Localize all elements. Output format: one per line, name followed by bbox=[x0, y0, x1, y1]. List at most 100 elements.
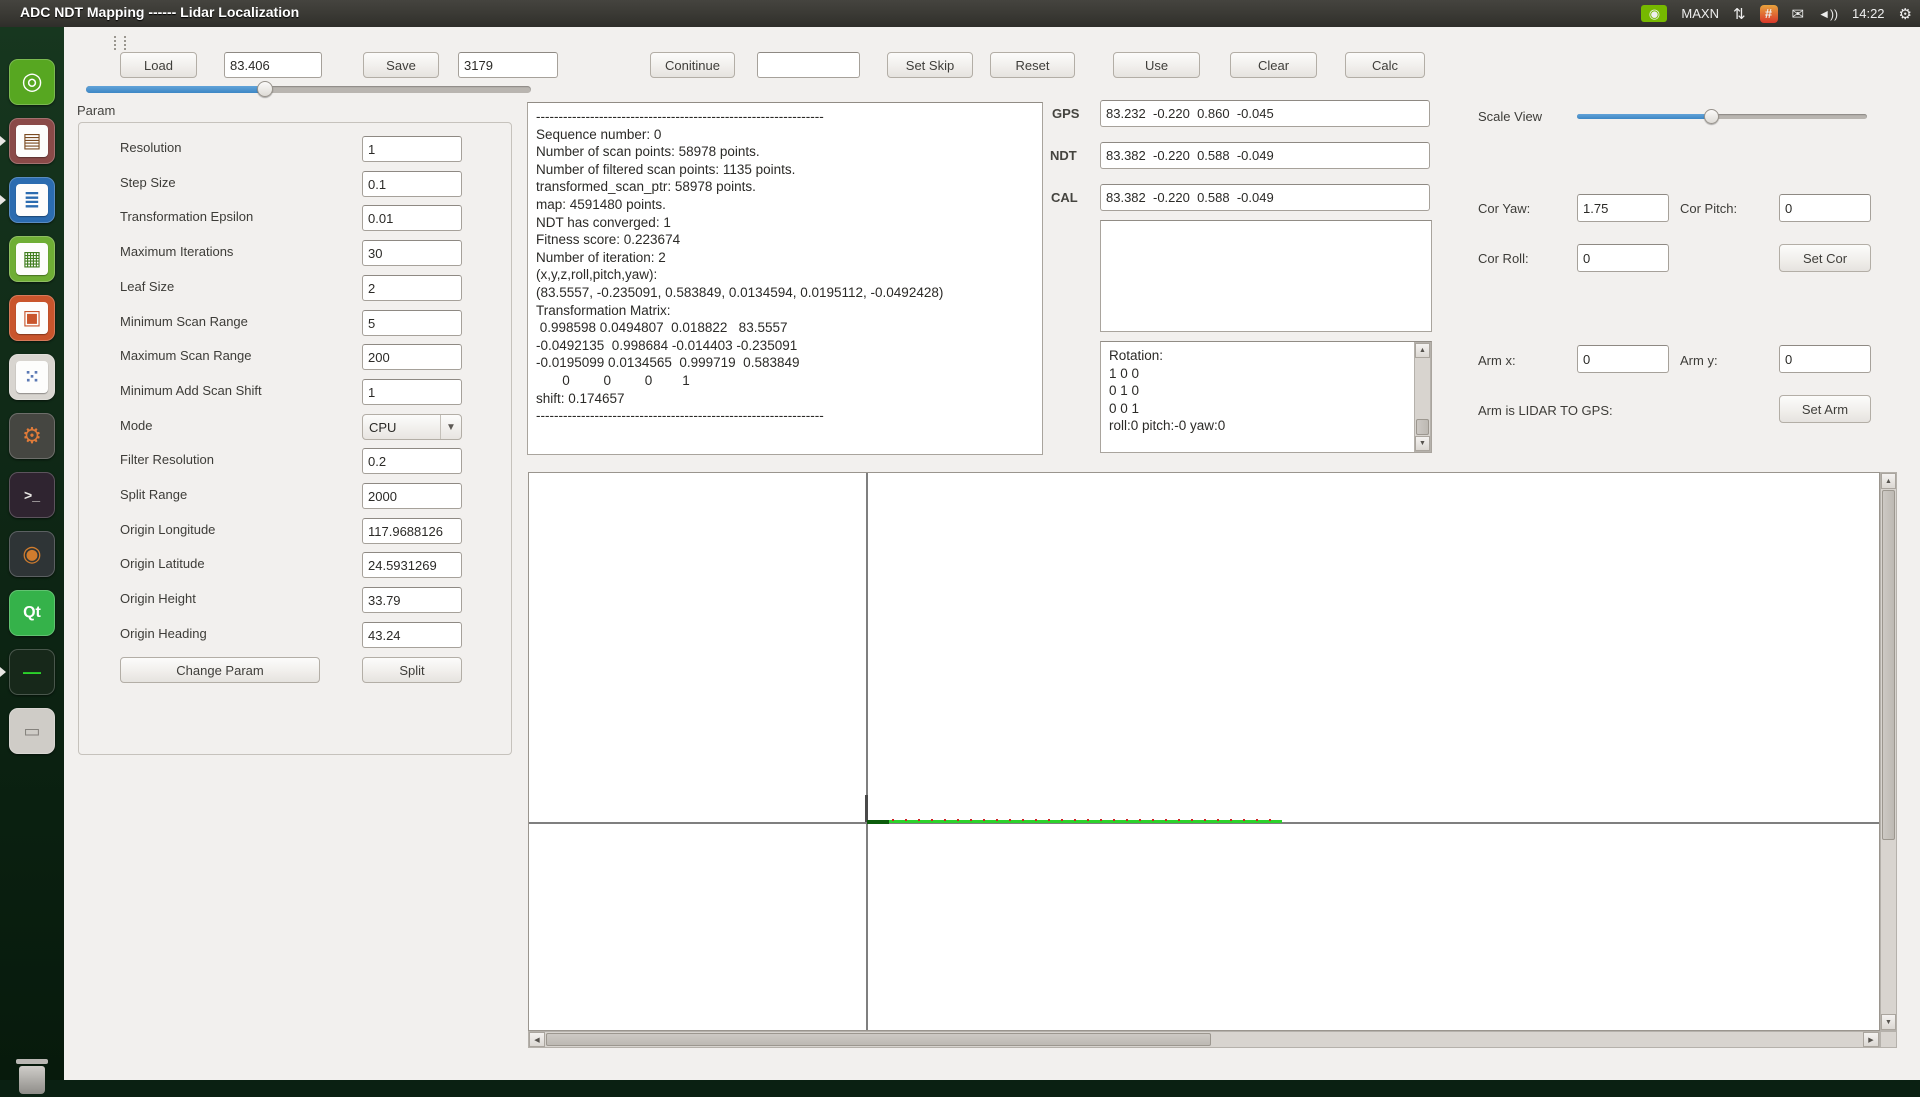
param-field-minimum-add-scan-shift[interactable]: 1 bbox=[362, 379, 462, 405]
canvas-scroll-left-icon[interactable]: ◀ bbox=[529, 1032, 545, 1047]
rotation-scroll-down-icon[interactable]: ▼ bbox=[1415, 436, 1430, 451]
input-method-icon[interactable]: # bbox=[1760, 5, 1778, 23]
launcher-icon-system-settings[interactable]: ⚙ bbox=[9, 413, 55, 459]
cal-label: CAL bbox=[1051, 190, 1078, 205]
cal-pose-field[interactable]: 83.382 -0.220 0.588 -0.049 bbox=[1100, 184, 1430, 211]
param-field-origin-latitude[interactable]: 24.5931269 bbox=[362, 552, 462, 578]
param-label-mode: Mode bbox=[120, 418, 153, 433]
param-label-transformation-epsilon: Transformation Epsilon bbox=[120, 209, 253, 224]
dark-circle-app-icon: ◉ bbox=[22, 543, 41, 565]
param-field-resolution[interactable]: 1 bbox=[362, 136, 462, 162]
scale-view-slider-handle[interactable] bbox=[1704, 109, 1719, 124]
terminal-icon: >_ bbox=[24, 488, 40, 502]
launcher-icon-ubuntu-dash[interactable]: ◎ bbox=[9, 59, 55, 105]
launcher-icon-ubuntu-software[interactable]: ⁙ bbox=[9, 354, 55, 400]
trash-lid bbox=[16, 1059, 48, 1064]
libreoffice-impress-icon: ▣ bbox=[23, 308, 42, 328]
param-group-title: Param bbox=[77, 103, 115, 118]
ndt-pose-field[interactable]: 83.382 -0.220 0.588 -0.049 bbox=[1100, 142, 1430, 169]
session-gear-icon[interactable]: ⚙ bbox=[1899, 5, 1912, 23]
calc-button[interactable]: Calc bbox=[1345, 52, 1425, 78]
param-label-origin-longitude: Origin Longitude bbox=[120, 522, 215, 537]
change-param-button[interactable]: Change Param bbox=[120, 657, 320, 683]
map-canvas[interactable] bbox=[528, 472, 1880, 1031]
launcher-icon-qt-creator[interactable]: Qt bbox=[9, 590, 55, 636]
cor-roll-label: Cor Roll: bbox=[1478, 251, 1529, 266]
param-label-origin-heading: Origin Heading bbox=[120, 626, 207, 641]
continue-button[interactable]: Conitinue bbox=[650, 52, 735, 78]
skip-value-field[interactable] bbox=[757, 52, 860, 78]
ubuntu-software-icon: ⁙ bbox=[24, 368, 39, 386]
param-field-filter-resolution[interactable]: 0.2 bbox=[362, 448, 462, 474]
launcher-icon-dark-circle-app[interactable]: ◉ bbox=[9, 531, 55, 577]
canvas-scroll-right-icon[interactable]: ▶ bbox=[1863, 1032, 1879, 1047]
param-field-maximum-scan-range[interactable]: 200 bbox=[362, 344, 462, 370]
window-title: ADC NDT Mapping ------ Lidar Localizatio… bbox=[20, 4, 299, 20]
launcher-icon-gray-device-app[interactable]: ▭ bbox=[9, 708, 55, 754]
param-label-split-range: Split Range bbox=[120, 487, 187, 502]
map-progress-slider-handle[interactable] bbox=[257, 81, 273, 97]
param-field-maximum-iterations[interactable]: 30 bbox=[362, 240, 462, 266]
launcher-icon-libreoffice-calc[interactable]: ▦ bbox=[9, 236, 55, 282]
param-combo-mode[interactable]: CPU▼ bbox=[362, 414, 462, 440]
arm-x-field[interactable]: 0 bbox=[1577, 345, 1669, 373]
param-field-split-range[interactable]: 2000 bbox=[362, 483, 462, 509]
cor-roll-field[interactable]: 0 bbox=[1577, 244, 1669, 272]
save-button[interactable]: Save bbox=[363, 52, 439, 78]
arm-y-field[interactable]: 0 bbox=[1779, 345, 1871, 373]
canvas-vscroll-thumb[interactable] bbox=[1882, 490, 1895, 840]
param-field-minimum-scan-range[interactable]: 5 bbox=[362, 310, 462, 336]
canvas-scroll-down-icon[interactable]: ▼ bbox=[1881, 1014, 1896, 1030]
canvas-hscrollbar[interactable]: ◀ ▶ bbox=[528, 1031, 1880, 1048]
toolbar-handle[interactable] bbox=[114, 36, 126, 50]
arm-x-label: Arm x: bbox=[1478, 353, 1516, 368]
canvas-hscroll-thumb[interactable] bbox=[546, 1033, 1211, 1046]
launcher-icon-lidar-mapping-app[interactable]: — bbox=[9, 649, 55, 695]
param-field-leaf-size[interactable]: 2 bbox=[362, 275, 462, 301]
ndt-log-text: ----------------------------------------… bbox=[528, 103, 1042, 430]
nvidia-icon[interactable]: ◉ bbox=[1641, 5, 1667, 22]
param-field-origin-longitude[interactable]: 117.9688126 bbox=[362, 518, 462, 544]
load-button[interactable]: Load bbox=[120, 52, 197, 78]
param-field-origin-height[interactable]: 33.79 bbox=[362, 587, 462, 613]
param-label-minimum-add-scan-shift: Minimum Add Scan Shift bbox=[120, 383, 262, 398]
set-arm-button[interactable]: Set Arm bbox=[1779, 395, 1871, 423]
launcher-icon-libreoffice-impress[interactable]: ▣ bbox=[9, 295, 55, 341]
trash-icon[interactable] bbox=[14, 1057, 50, 1097]
canvas-vscrollbar[interactable]: ▲ ▼ bbox=[1880, 472, 1897, 1031]
rotation-scroll-up-icon[interactable]: ▲ bbox=[1415, 343, 1430, 358]
save-value-field[interactable]: 3179 bbox=[458, 52, 558, 78]
set-cor-button[interactable]: Set Cor bbox=[1779, 244, 1871, 272]
mail-icon[interactable]: ✉ bbox=[1792, 5, 1805, 23]
rotation-scrollbar[interactable]: ▲ ▼ bbox=[1414, 342, 1431, 452]
reset-button[interactable]: Reset bbox=[990, 52, 1075, 78]
gpu-mode-indicator[interactable]: MAXN bbox=[1681, 6, 1719, 21]
param-field-origin-heading[interactable]: 43.24 bbox=[362, 622, 462, 648]
clear-button[interactable]: Clear bbox=[1230, 52, 1317, 78]
volume-icon[interactable]: ◄)) bbox=[1818, 7, 1838, 21]
network-arrows-icon[interactable]: ⇅ bbox=[1733, 5, 1746, 23]
set-skip-button[interactable]: Set Skip bbox=[887, 52, 973, 78]
canvas-scroll-up-icon[interactable]: ▲ bbox=[1881, 473, 1896, 489]
gps-pose-field[interactable]: 83.232 -0.220 0.860 -0.045 bbox=[1100, 100, 1430, 127]
rotation-textarea[interactable]: Rotation: 1 0 0 0 1 0 0 0 1 roll:0 pitch… bbox=[1100, 341, 1432, 453]
param-label-minimum-scan-range: Minimum Scan Range bbox=[120, 314, 248, 329]
split-button[interactable]: Split bbox=[362, 657, 462, 683]
canvas-scroll-corner bbox=[1880, 1031, 1897, 1048]
param-field-step-size[interactable]: 0.1 bbox=[362, 171, 462, 197]
load-value-field[interactable]: 83.406 bbox=[224, 52, 322, 78]
launcher-icon-file-cabinet[interactable]: ▤ bbox=[9, 118, 55, 164]
use-button[interactable]: Use bbox=[1113, 52, 1200, 78]
lidar-mapping-app-icon: — bbox=[23, 663, 41, 681]
cor-yaw-field[interactable]: 1.75 bbox=[1577, 194, 1669, 222]
rotation-scroll-thumb[interactable] bbox=[1416, 419, 1429, 435]
cor-pitch-field[interactable]: 0 bbox=[1779, 194, 1871, 222]
param-label-leaf-size: Leaf Size bbox=[120, 279, 174, 294]
ndt-log-textarea[interactable]: ----------------------------------------… bbox=[527, 102, 1043, 455]
clock[interactable]: 14:22 bbox=[1852, 6, 1885, 21]
launcher-icon-terminal[interactable]: >_ bbox=[9, 472, 55, 518]
launcher-icon-libreoffice-writer[interactable]: ≣ bbox=[9, 177, 55, 223]
arm-y-label: Arm y: bbox=[1680, 353, 1718, 368]
param-field-transformation-epsilon[interactable]: 0.01 bbox=[362, 205, 462, 231]
system-titlebar: ADC NDT Mapping ------ Lidar Localizatio… bbox=[0, 0, 1920, 28]
